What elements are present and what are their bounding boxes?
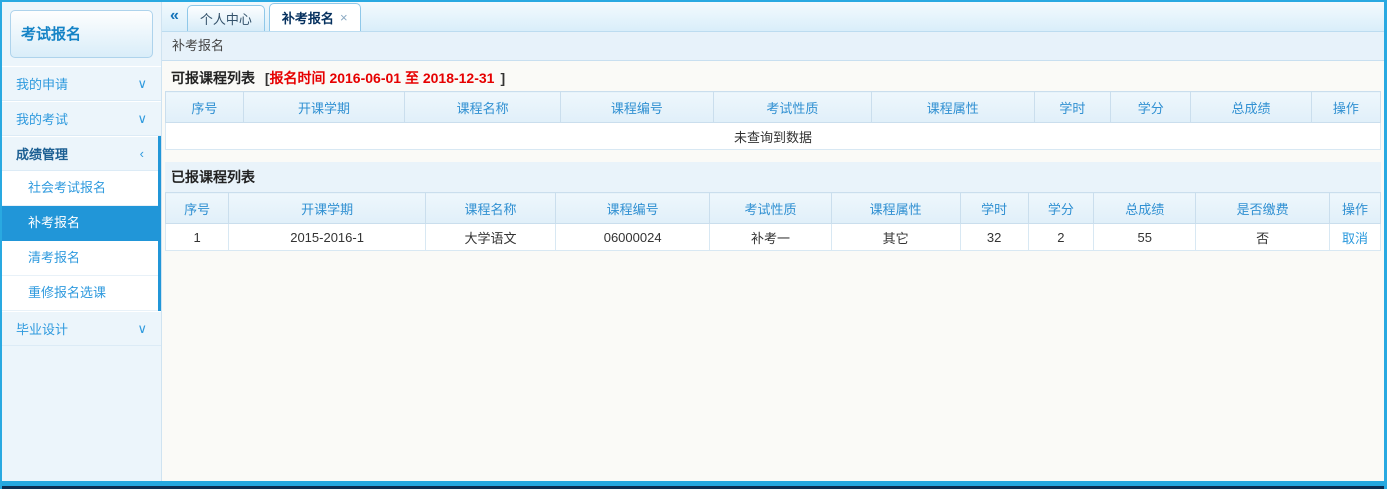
col-header: 是否缴费 bbox=[1196, 193, 1330, 224]
window-bottom-border bbox=[2, 481, 1384, 489]
tab-makeup-exam-registration[interactable]: 补考报名 × bbox=[269, 3, 361, 31]
close-icon[interactable]: × bbox=[340, 10, 348, 25]
tab-label: 个人中心 bbox=[200, 9, 252, 28]
available-courses-section: 可报课程列表 [报名时间 2016-06-01 至 2018-12-31] bbox=[165, 67, 1381, 91]
collapse-sidebar-button[interactable]: « bbox=[170, 7, 179, 25]
app-window: 考试报名 我的申请 ∨ 我的考试 ∨ 成绩管理 ‹ 社会考试报名 bbox=[0, 0, 1387, 489]
tab-label: 补考报名 bbox=[282, 8, 334, 27]
col-header: 考试性质 bbox=[710, 193, 832, 224]
sidebar-item-my-exams[interactable]: 我的考试 ∨ bbox=[2, 101, 161, 136]
chevron-down-icon: ∨ bbox=[137, 76, 147, 92]
col-header: 开课学期 bbox=[243, 92, 405, 123]
col-header: 课程属性 bbox=[831, 193, 960, 224]
col-header: 课程名称 bbox=[405, 92, 561, 123]
cell-credits: 2 bbox=[1028, 224, 1094, 251]
col-header: 总成绩 bbox=[1191, 92, 1311, 123]
cell-term: 2015-2016-1 bbox=[229, 224, 426, 251]
col-header: 总成绩 bbox=[1094, 193, 1196, 224]
page-title: 补考报名 bbox=[162, 32, 1384, 61]
registered-courses-label: 已报课程列表 bbox=[165, 162, 1381, 192]
grade-management-group: 成绩管理 ‹ 社会考试报名 补考报名 清考报名 重修报名选课 bbox=[2, 136, 161, 311]
sidebar-item-label: 毕业设计 bbox=[16, 319, 68, 338]
cell-exam-type: 补考一 bbox=[710, 224, 832, 251]
chevron-down-icon: ∨ bbox=[137, 321, 147, 337]
col-header: 序号 bbox=[166, 92, 244, 123]
content-body: 可报课程列表 [报名时间 2016-06-01 至 2018-12-31] 序号… bbox=[162, 61, 1384, 481]
sidebar-item-my-applications[interactable]: 我的申请 ∨ bbox=[2, 66, 161, 101]
sidebar-item-label: 我的申请 bbox=[16, 74, 68, 93]
col-header: 课程属性 bbox=[871, 92, 1034, 123]
sidebar-title: 考试报名 bbox=[10, 10, 153, 58]
sidebar-item-makeup-exam-registration[interactable]: 补考报名 bbox=[2, 206, 158, 241]
col-header: 学时 bbox=[960, 193, 1028, 224]
table-row: 1 2015-2016-1 大学语文 06000024 补考一 其它 32 2 … bbox=[166, 224, 1381, 251]
cell-score: 55 bbox=[1094, 224, 1196, 251]
sidebar-item-social-exam-registration[interactable]: 社会考试报名 bbox=[2, 171, 158, 206]
tab-personal-center[interactable]: 个人中心 bbox=[187, 5, 265, 31]
registration-period: 报名时间 2016-06-01 至 2018-12-31 bbox=[270, 70, 495, 86]
table-header-row: 序号 开课学期 课程名称 课程编号 考试性质 课程属性 学时 学分 总成绩 是否… bbox=[166, 193, 1381, 224]
cell-course-name: 大学语文 bbox=[426, 224, 556, 251]
col-header: 学分 bbox=[1028, 193, 1094, 224]
col-header: 学时 bbox=[1034, 92, 1111, 123]
grade-management-submenu: 社会考试报名 补考报名 清考报名 重修报名选课 bbox=[2, 171, 158, 311]
cell-paid: 否 bbox=[1196, 224, 1330, 251]
sidebar: 考试报名 我的申请 ∨ 我的考试 ∨ 成绩管理 ‹ 社会考试报名 bbox=[2, 2, 162, 481]
registered-courses-table: 序号 开课学期 课程名称 课程编号 考试性质 课程属性 学时 学分 总成绩 是否… bbox=[165, 192, 1381, 251]
tab-bar: « 个人中心 补考报名 × bbox=[162, 2, 1384, 32]
sidebar-item-clearance-exam-registration[interactable]: 清考报名 bbox=[2, 241, 158, 276]
registration-period-close: ] bbox=[500, 70, 505, 86]
available-courses-table: 序号 开课学期 课程名称 课程编号 考试性质 课程属性 学时 学分 总成绩 操作 bbox=[165, 91, 1381, 150]
sidebar-item-graduation-design[interactable]: 毕业设计 ∨ bbox=[2, 311, 161, 346]
available-courses-label: 可报课程列表 bbox=[171, 70, 255, 86]
sidebar-item-label: 成绩管理 bbox=[16, 144, 68, 163]
chevron-left-icon: ‹ bbox=[140, 146, 144, 161]
table-header-row: 序号 开课学期 课程名称 课程编号 考试性质 课程属性 学时 学分 总成绩 操作 bbox=[166, 92, 1381, 123]
sidebar-menu: 我的申请 ∨ 我的考试 ∨ 成绩管理 ‹ 社会考试报名 补考报名 清考报名 bbox=[2, 66, 161, 346]
col-header: 操作 bbox=[1311, 92, 1380, 123]
col-header: 考试性质 bbox=[713, 92, 871, 123]
col-header: 操作 bbox=[1329, 193, 1380, 224]
col-header: 学分 bbox=[1111, 92, 1191, 123]
cell-course-attr: 其它 bbox=[831, 224, 960, 251]
col-header: 序号 bbox=[166, 193, 229, 224]
cell-seq: 1 bbox=[166, 224, 229, 251]
cell-course-code: 06000024 bbox=[556, 224, 710, 251]
col-header: 课程名称 bbox=[426, 193, 556, 224]
main-content: « 个人中心 补考报名 × 补考报名 可报课程列表 [报名时间 2016-06-… bbox=[162, 2, 1384, 481]
cell-hours: 32 bbox=[960, 224, 1028, 251]
sidebar-item-label: 我的考试 bbox=[16, 109, 68, 128]
col-header: 课程编号 bbox=[556, 193, 710, 224]
sidebar-item-retake-course-selection[interactable]: 重修报名选课 bbox=[2, 276, 158, 311]
col-header: 开课学期 bbox=[229, 193, 426, 224]
empty-row: 未查询到数据 bbox=[166, 123, 1381, 150]
cancel-link[interactable]: 取消 bbox=[1342, 231, 1368, 246]
sidebar-item-grade-management[interactable]: 成绩管理 ‹ bbox=[2, 136, 158, 171]
cell-action: 取消 bbox=[1329, 224, 1380, 251]
col-header: 课程编号 bbox=[560, 92, 713, 123]
chevron-down-icon: ∨ bbox=[137, 111, 147, 127]
no-data-message: 未查询到数据 bbox=[166, 123, 1381, 150]
